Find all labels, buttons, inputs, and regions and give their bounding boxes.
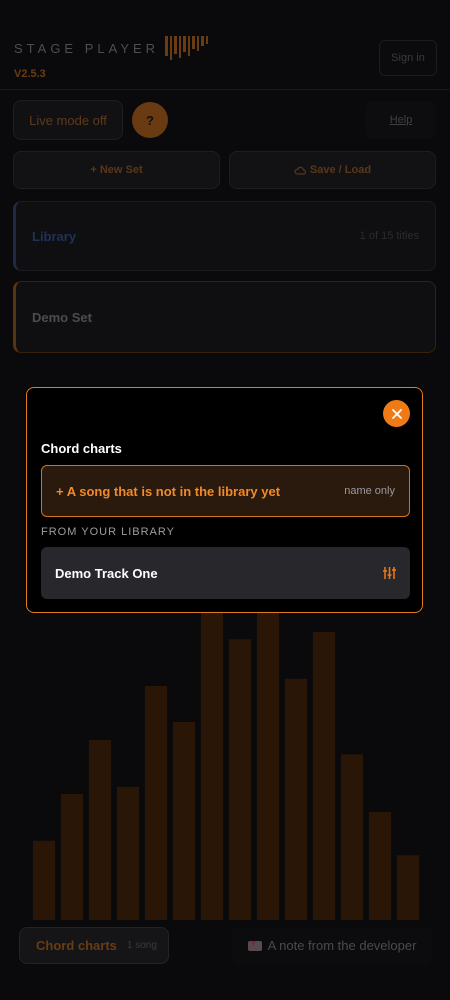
close-button[interactable] <box>383 400 410 427</box>
modal-overlay: Chord charts + A song that is not in the… <box>0 0 450 1000</box>
new-song-label: + A song that is not in the library yet <box>56 483 281 499</box>
chord-charts-modal: Chord charts + A song that is not in the… <box>26 387 423 613</box>
modal-title: Chord charts <box>41 441 122 456</box>
library-track-row[interactable]: Demo Track One <box>41 547 410 599</box>
track-name: Demo Track One <box>55 565 158 581</box>
close-icon <box>391 408 402 419</box>
new-song-option[interactable]: + A song that is not in the library yet … <box>41 465 410 517</box>
library-section-label: FROM YOUR LIBRARY <box>41 526 175 538</box>
new-song-hint: name only <box>344 485 395 497</box>
mixer-sliders-icon <box>383 567 396 579</box>
